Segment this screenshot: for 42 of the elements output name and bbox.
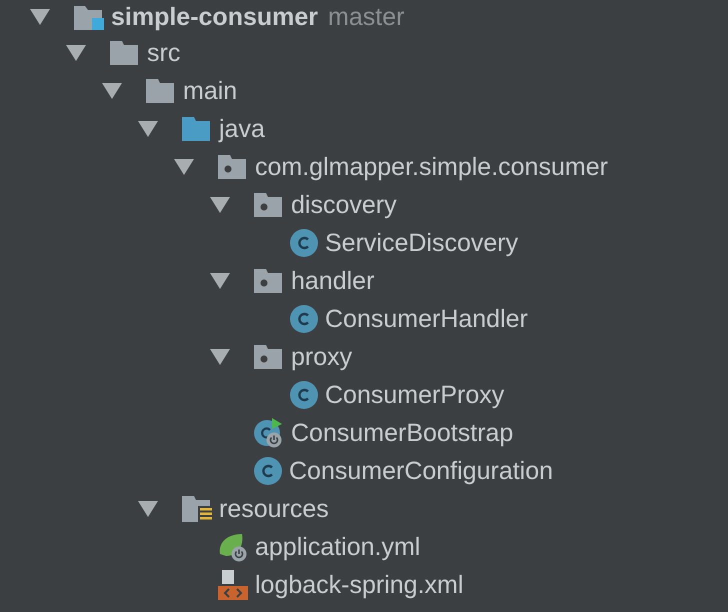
class-icon	[254, 457, 282, 485]
tree-item-label[interactable]: ServiceDiscovery	[325, 228, 518, 258]
spring-config-icon	[218, 532, 248, 562]
xml-file-icon	[218, 570, 248, 600]
tree-item-label[interactable]: logback-spring.xml	[255, 570, 464, 600]
tree-item-label[interactable]: application.yml	[255, 532, 420, 562]
folder-icon	[182, 117, 212, 141]
expanded-arrow-icon[interactable]	[66, 45, 86, 61]
package-folder-icon	[254, 345, 284, 369]
expanded-arrow-icon[interactable]	[210, 349, 230, 365]
folder-icon	[146, 79, 176, 103]
folder-icon	[110, 41, 140, 65]
expanded-arrow-icon[interactable]	[174, 159, 194, 175]
tree-item-label[interactable]: handler	[291, 266, 374, 296]
tree-item-label[interactable]: proxy	[291, 342, 352, 372]
package-folder-icon	[254, 269, 284, 293]
resources-folder-icon	[182, 496, 212, 522]
tree-item-label[interactable]: resources	[219, 494, 329, 524]
class-icon	[290, 305, 318, 333]
tree-item-label[interactable]: discovery	[291, 190, 397, 220]
class-icon	[290, 229, 318, 257]
module-folder-icon	[74, 4, 104, 30]
tree-item-label[interactable]: ConsumerConfiguration	[289, 456, 554, 486]
expanded-arrow-icon[interactable]	[30, 9, 50, 25]
boot-class-icon	[254, 418, 284, 448]
tree-item-label[interactable]: src	[147, 38, 180, 68]
package-folder-icon	[218, 155, 248, 179]
tree-item-label[interactable]: simple-consumer	[111, 2, 318, 32]
tree-item-label[interactable]: com.glmapper.simple.consumer	[255, 152, 608, 182]
class-icon	[290, 381, 318, 409]
expanded-arrow-icon[interactable]	[210, 197, 230, 213]
expanded-arrow-icon[interactable]	[138, 121, 158, 137]
expanded-arrow-icon[interactable]	[102, 83, 122, 99]
tree-item-label[interactable]: ConsumerHandler	[325, 304, 528, 334]
branch-label: master	[328, 2, 404, 32]
tree-item-label[interactable]: main	[183, 76, 238, 106]
expanded-arrow-icon[interactable]	[138, 501, 158, 517]
package-folder-icon	[254, 193, 284, 217]
tree-item-label[interactable]: ConsumerProxy	[325, 380, 504, 410]
tree-item-label[interactable]: ConsumerBootstrap	[291, 418, 514, 448]
expanded-arrow-icon[interactable]	[210, 273, 230, 289]
tree-item-label[interactable]: java	[219, 114, 265, 144]
